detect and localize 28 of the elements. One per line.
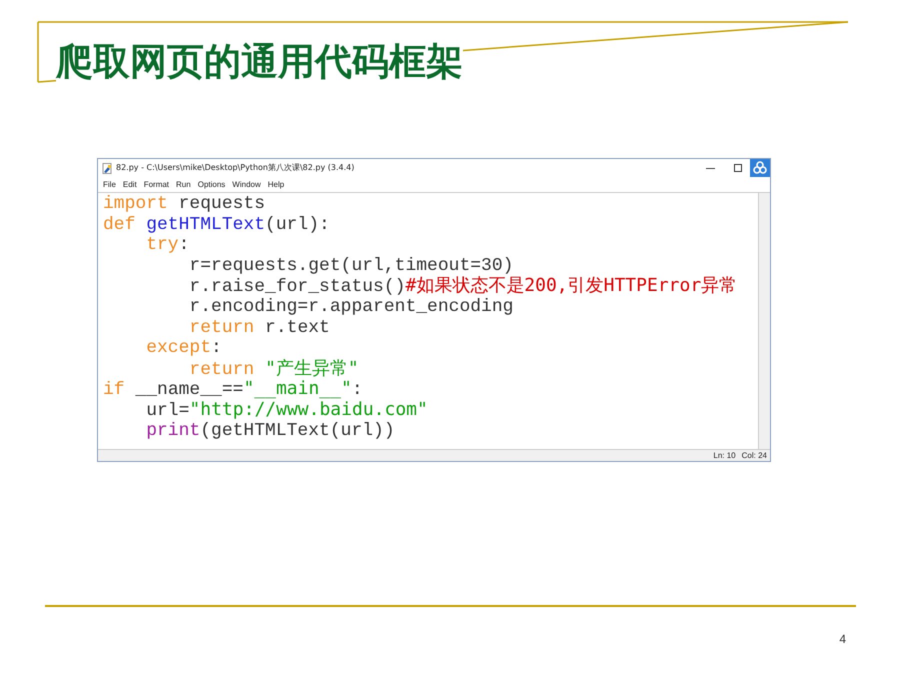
menu-item[interactable]: Help <box>268 180 284 190</box>
menu-item[interactable]: File <box>103 180 116 190</box>
code-line: try: <box>145 235 190 256</box>
cloud-app-icon[interactable] <box>750 159 770 177</box>
code-line: except: <box>145 338 222 359</box>
code-line: r.raise_for_status()#如果状态不是200,引发HTTPError异常 <box>188 276 738 297</box>
code-line: if __name__=="__main__": <box>103 379 363 400</box>
code-line: r.encoding=r.apparent_encoding <box>188 296 514 318</box>
menu-item[interactable]: Format <box>144 180 170 190</box>
menu-item[interactable]: Options <box>198 180 226 190</box>
code-line: r=requests.get(url,timeout=30) <box>188 256 514 276</box>
page-number: 4 <box>839 631 846 648</box>
line-indicator: Ln: 10 <box>713 450 736 462</box>
menu-item[interactable]: Window <box>232 180 261 190</box>
maximize-icon[interactable] <box>734 164 742 172</box>
window-title: 82.py - C:\Users\mike\Desktop\Python第八次课\82.py (3.4.4) <box>116 162 354 174</box>
menu-item[interactable]: Edit <box>122 180 137 190</box>
code-line: import requests <box>103 194 266 215</box>
slide-title: 爬取网页的通用代码框架 <box>56 40 463 84</box>
code-line: return r.text <box>188 318 330 338</box>
code-line: def getHTMLText(url): <box>103 214 330 236</box>
code-line: url="http://www.baidu.com" <box>145 400 428 421</box>
scrollbar[interactable] <box>758 193 770 449</box>
code-line: print(getHTMLText(url)) <box>145 420 395 442</box>
python-file-icon <box>102 162 113 174</box>
menu-item[interactable]: Run <box>176 180 191 190</box>
code-line: return "产生异常" <box>188 358 359 380</box>
column-indicator: Col: 24 <box>742 450 767 462</box>
